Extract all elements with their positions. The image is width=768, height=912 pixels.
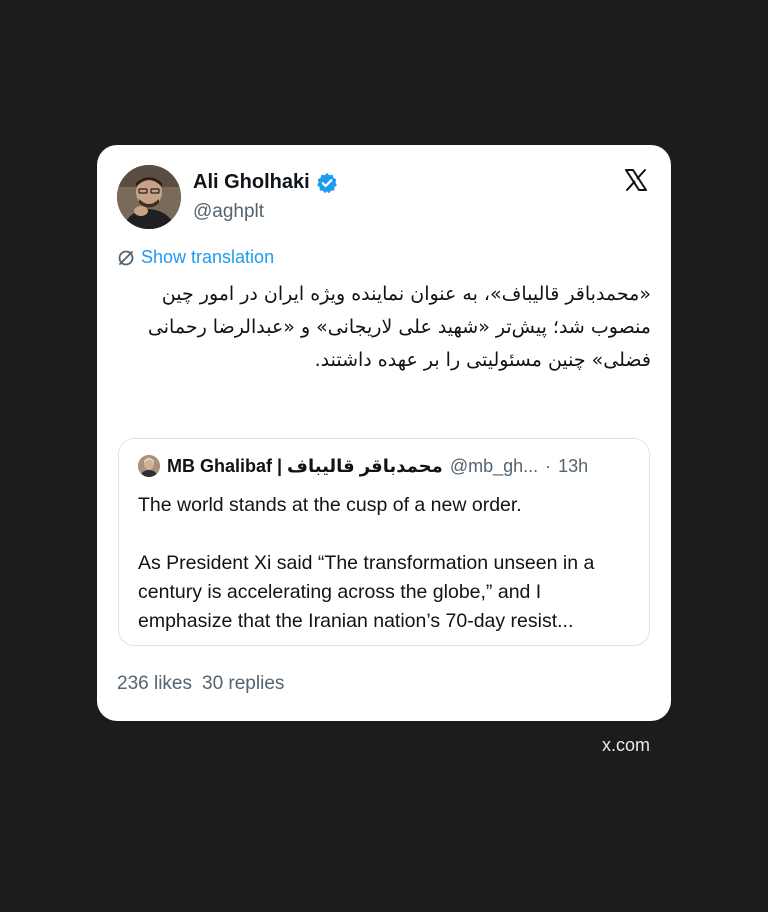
author-handle[interactable]: @aghplt [193, 201, 264, 223]
quoted-paragraph-2: As President Xi said “The transformation… [138, 552, 595, 632]
show-translation-label[interactable]: Show translation [141, 247, 274, 268]
quoted-author-avatar[interactable] [138, 455, 160, 477]
show-translation-link[interactable]: Show translation [117, 247, 274, 268]
author-avatar[interactable] [117, 165, 181, 229]
x-logo-icon[interactable] [623, 167, 649, 193]
post-card[interactable]: Ali Gholhaki @aghplt Show translation «م… [97, 145, 671, 721]
quoted-separator: · [545, 455, 552, 476]
post-body: «محمدباقر قالیباف»، به عنوان نماینده ویژ… [147, 283, 651, 371]
author-name[interactable]: Ali Gholhaki [193, 171, 310, 194]
quoted-post[interactable]: MB Ghalibaf | محمدباقر قالیباف @mb_gh...… [118, 438, 650, 646]
source-domain: x.com [601, 735, 650, 755]
quoted-author-name[interactable]: MB Ghalibaf | محمدباقر قالیباف [167, 456, 443, 477]
quoted-timestamp[interactable]: 13h [558, 456, 588, 477]
author-name-row: Ali Gholhaki [193, 171, 338, 194]
verified-badge-icon [316, 172, 338, 194]
post-stats: 236 likes 30 replies [117, 673, 284, 695]
likes-count[interactable]: 236 likes [117, 673, 192, 695]
quoted-paragraph-1: The world stands at the cusp of a new or… [138, 494, 522, 516]
quoted-post-text: The world stands at the cusp of a new or… [138, 491, 638, 636]
quoted-post-header: MB Ghalibaf | محمدباقر قالیباف @mb_gh...… [138, 455, 588, 477]
quoted-author-handle[interactable]: @mb_gh... [450, 456, 538, 477]
translate-icon [117, 249, 135, 267]
replies-count[interactable]: 30 replies [202, 673, 284, 695]
